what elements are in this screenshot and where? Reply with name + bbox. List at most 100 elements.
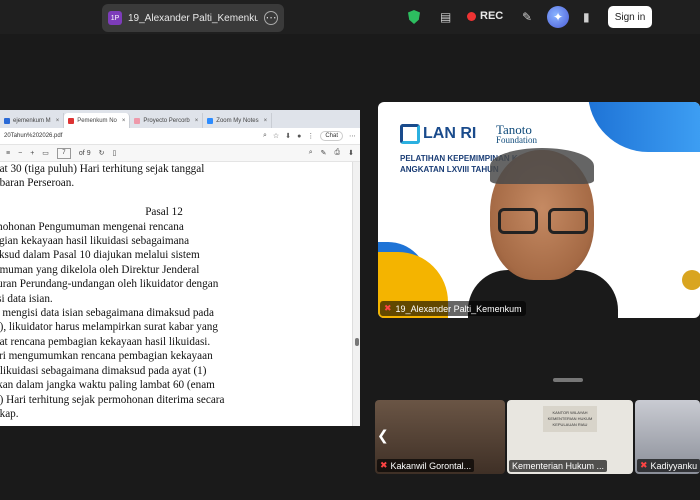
zoom-in-icon[interactable]: + <box>30 150 34 157</box>
pdf-line <box>0 421 284 426</box>
rec-label: REC <box>480 10 504 22</box>
pdf-line: Pasal 12 <box>145 206 183 219</box>
close-icon[interactable]: × <box>195 118 199 124</box>
participant-thumbnail[interactable]: ✖ Kakanwil Gorontal... <box>375 400 505 474</box>
org-name: LAN RI <box>423 125 477 142</box>
page-number-input[interactable]: 7 <box>56 147 71 159</box>
pdf-line: turan Perundang-undangan oleh likuidator… <box>0 278 219 291</box>
pdf-line: agian kekayaan hasil likuidasi sebagaima… <box>0 235 190 248</box>
tab-label: Proyecto Percorb <box>143 117 190 124</box>
participant-name: Kakanwil Gorontal... <box>390 460 472 471</box>
profile-icon[interactable]: ● <box>297 133 301 140</box>
page-view-icon[interactable]: ▯ <box>112 149 116 157</box>
pdf-line: yat 30 (tiga puluh) Hari terhitung sejak… <box>0 163 205 175</box>
tab-avatar: 1P <box>108 11 122 25</box>
speaker-hair <box>490 148 594 184</box>
zoom-icon[interactable]: ⌕ <box>263 132 267 140</box>
browser-tab-active[interactable]: Pemenkum No × <box>64 113 131 128</box>
mic-muted-icon: ✖ <box>384 303 392 313</box>
lan-logo: LAN RI <box>400 124 476 144</box>
tab-label: ejemenkum M <box>13 117 51 124</box>
participant-thumbnail[interactable]: ✖ Kadiyyanku <box>635 400 700 474</box>
favicon-icon <box>4 117 10 124</box>
participant-name-label: ✖ Kadiyyanku <box>637 459 700 472</box>
tanoto-logo: Tanoto Foundation <box>496 123 537 146</box>
pdf-text: yat 30 (tiga puluh) Hari terhitung sejak… <box>0 162 284 426</box>
meeting-tab[interactable]: 1P 19_Alexander Palti_Kemenkum's s ⋯ <box>102 4 284 32</box>
search-icon[interactable]: ⌕ <box>309 149 313 157</box>
tab-label: Zoom My Notes <box>216 117 259 124</box>
pdf-line: 1), likuidator harus melampirkan surat k… <box>0 321 218 334</box>
participant-name: Kementerian Hukum ... <box>512 461 605 471</box>
pdf-line: gkap. <box>0 407 19 420</box>
close-icon[interactable]: × <box>56 118 60 124</box>
security-shield-icon[interactable] <box>408 10 420 24</box>
pdf-toolbar: ≡ − + ▭ 7 of 9 ↻ ▯ ⌕ ✎ ⎙ ⬇ <box>0 145 360 162</box>
seal-icon <box>682 270 700 290</box>
pdf-line: uat rencana pembagian kekayaan hasil lik… <box>0 335 211 348</box>
sign-in-button[interactable]: Sign in <box>608 6 652 28</box>
browser-tab[interactable]: ejemenkum M × <box>0 113 65 128</box>
active-speaker-video[interactable]: LAN RI Tanoto Foundation PELATIHAN KEPEM… <box>378 102 700 318</box>
extensions-icon[interactable]: ⋮ <box>307 132 314 140</box>
close-icon[interactable]: × <box>264 118 268 124</box>
draw-icon[interactable]: ✎ <box>321 149 327 157</box>
pdf-line: ubaran Perseroan. <box>0 177 75 190</box>
menu-lines-icon[interactable]: ≡ <box>6 150 10 157</box>
shared-screen: ejemenkum M × Pemenkum No × Proyecto Perco… <box>0 110 360 426</box>
mic-muted-icon: ✖ <box>640 460 648 470</box>
rotate-icon[interactable]: ↻ <box>99 149 105 157</box>
pdf-line: n mengisi data isian sebagaimana dimaksu… <box>0 307 214 320</box>
tab-label: Pemenkum No <box>77 117 117 124</box>
more-icon[interactable]: ⋯ <box>264 11 278 25</box>
participant-name-label: Kementerian Hukum ... <box>509 460 608 472</box>
banner-swoosh <box>588 102 700 152</box>
browser-tab[interactable]: Zoom My Notes × <box>203 113 273 128</box>
pdf-line <box>0 191 284 205</box>
pdf-page: yat 30 (tiga puluh) Hari terhitung sejak… <box>0 162 352 426</box>
close-icon[interactable]: × <box>122 118 126 124</box>
chat-button[interactable]: Chat <box>320 131 343 141</box>
pdf-line: l likuidasi sebagaimana dimaksud pada ay… <box>0 364 207 377</box>
favicon-icon <box>134 117 141 124</box>
recording-indicator[interactable]: REC <box>467 10 503 22</box>
fit-page-icon[interactable]: ▭ <box>42 149 49 157</box>
mic-muted-icon: ✖ <box>380 460 388 470</box>
speaker-name-label: ✖ 19_Alexander Palti_Kemenkum <box>380 301 526 316</box>
notes-icon[interactable]: ▤ <box>440 10 451 24</box>
participant-name-label: ✖ Kakanwil Gorontal... <box>377 459 475 472</box>
pdf-line: umuman yang dikelola oleh Direktur Jende… <box>0 263 200 276</box>
pdf-line: n) Hari terhitung sejak permohonan diter… <box>0 393 225 406</box>
office-sign: KANTOR WILAYAH KEMENTERIAN HUKUM KEPULAU… <box>543 406 597 432</box>
record-dot-icon <box>467 11 476 21</box>
pdf-line: aksud dalam Pasal 10 diajukan melalui si… <box>0 249 200 262</box>
scrollbar[interactable] <box>352 162 360 426</box>
pdf-favicon-icon <box>68 117 75 124</box>
pdf-line: mohonan Pengumuman mengenai rencana <box>0 220 184 233</box>
pdf-line: eri mengumumkan rencana pembagian kekaya… <box>0 350 213 363</box>
pdf-line: ikan dalam jangka waktu paling lambat 60… <box>0 379 215 392</box>
reactions-icon[interactable]: ✎ <box>522 10 532 24</box>
browser-tab[interactable]: Proyecto Percorb × <box>130 113 204 128</box>
chevron-left-icon[interactable]: ❮ <box>377 427 389 444</box>
gallery-drag-handle[interactable] <box>553 378 583 382</box>
ai-companion-icon[interactable]: ✦ <box>547 6 569 28</box>
browser-tabs: ejemenkum M × Pemenkum No × Proyecto Perco… <box>0 110 360 128</box>
star-icon[interactable]: ☆ <box>273 132 279 140</box>
tab-title: 19_Alexander Palti_Kemenkum's s <box>128 12 258 24</box>
glasses-icon <box>498 208 538 234</box>
glasses-icon <box>548 208 588 234</box>
menu-icon[interactable]: ⋯ <box>349 132 356 140</box>
scroll-thumb[interactable] <box>355 338 359 346</box>
speaker-name: 19_Alexander Palti_Kemenkum <box>395 303 522 314</box>
address-bar[interactable]: 20Tahun%202026.pdf ⌕ ☆ ⬇ ● ⋮ Chat ⋯ <box>0 128 360 145</box>
save-icon[interactable]: ⬇ <box>348 149 354 157</box>
participant-thumbnail[interactable]: KANTOR WILAYAH KEMENTERIAN HUKUM KEPULAU… <box>507 400 633 474</box>
favicon-icon <box>207 117 214 124</box>
participant-name: Kadiyyanku <box>650 460 698 471</box>
download-icon[interactable]: ⬇ <box>285 132 291 140</box>
pdf-line: isi data isian. <box>0 292 53 305</box>
panel-toggle-icon[interactable]: ▮ <box>583 10 590 24</box>
zoom-out-icon[interactable]: − <box>18 150 22 157</box>
print-icon[interactable]: ⎙ <box>335 149 341 157</box>
